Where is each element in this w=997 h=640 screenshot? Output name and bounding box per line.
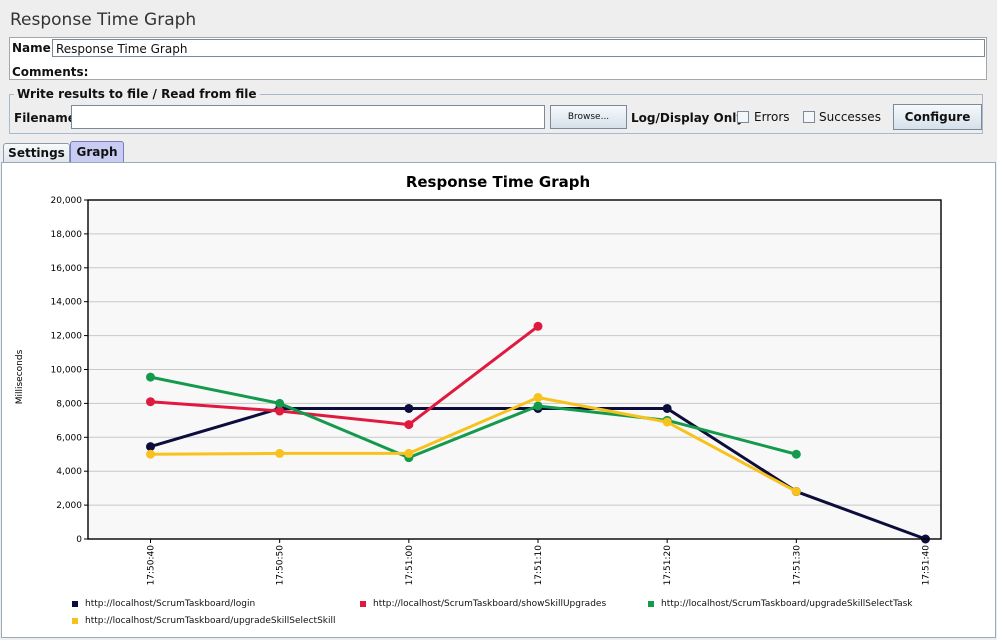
legend-item-upgradeskillselecttask: http://localhost/ScrumTaskboard/upgradeS… [648, 599, 913, 609]
data-point [791, 487, 801, 497]
legend-swatch [360, 601, 366, 607]
y-tick-label: 18,000 [51, 230, 83, 240]
y-tick-label: 8,000 [56, 399, 82, 409]
data-point [146, 372, 155, 382]
y-tick-label: 16,000 [51, 264, 83, 274]
file-fieldset-legend: Write results to file / Read from file [14, 87, 260, 101]
data-point [662, 403, 672, 413]
legend-label: http://localhost/ScrumTaskboard/showSkil… [373, 599, 607, 609]
y-tick-label: 10,000 [51, 366, 83, 376]
configure-button[interactable]: Configure [893, 104, 982, 130]
y-tick-label: 12,000 [51, 332, 83, 342]
name-label: Name: [12, 41, 56, 55]
x-tick-label: 17:51:30 [792, 545, 802, 586]
y-tick-label: 6,000 [56, 433, 82, 443]
comments-label: Comments: [12, 65, 89, 79]
legend-swatch [72, 618, 78, 624]
y-tick-label: 0 [76, 535, 82, 545]
data-point [533, 392, 543, 402]
name-field[interactable]: Response Time Graph [52, 39, 985, 57]
x-tick-label: 17:51:20 [663, 545, 673, 586]
data-point [404, 403, 414, 413]
y-tick-label: 14,000 [51, 298, 83, 308]
data-point [146, 449, 155, 459]
y-tick-label: 20,000 [51, 196, 83, 206]
legend-swatch [72, 601, 78, 607]
legend-item-login: http://localhost/ScrumTaskboard/login [72, 599, 255, 609]
response-time-chart: Response Time Graph Milliseconds 0 2,000 4… [15, 173, 942, 586]
data-point [404, 448, 414, 458]
log-display-label: Log/Display Only: [631, 111, 749, 125]
browse-button[interactable]: Browse... [550, 105, 627, 129]
data-point [533, 321, 543, 331]
x-tick-label: 17:51:40 [922, 545, 932, 586]
data-point [275, 398, 285, 408]
errors-checkbox[interactable] [737, 111, 749, 123]
data-point [662, 417, 672, 427]
chart-title: Response Time Graph [406, 173, 590, 191]
page-title: Response Time Graph [10, 10, 197, 30]
x-tick-label: 17:51:10 [534, 545, 544, 586]
legend-label: http://localhost/ScrumTaskboard/upgradeS… [85, 616, 336, 626]
y-tick-label: 4,000 [56, 467, 82, 477]
errors-label[interactable]: Errors [754, 110, 790, 124]
legend-label: http://localhost/ScrumTaskboard/upgradeS… [661, 599, 913, 609]
successes-label[interactable]: Successes [819, 110, 881, 124]
x-tick-label: 17:50:40 [147, 545, 157, 586]
filename-label: Filename [14, 111, 76, 125]
filename-input[interactable] [71, 105, 545, 129]
legend-item-showskillupgrades: http://localhost/ScrumTaskboard/showSkil… [360, 599, 606, 609]
data-point [791, 449, 801, 459]
data-point [275, 448, 285, 458]
x-tick-label: 17:50:50 [276, 545, 286, 586]
tab-settings[interactable]: Settings [3, 143, 70, 162]
chart-panel: Response Time Graph Milliseconds 0 2,000 4… [1, 162, 996, 638]
legend-item-upgradeskillselectskill: http://localhost/ScrumTaskboard/upgradeS… [72, 616, 336, 626]
data-point [533, 401, 543, 411]
chart-y-axis-label: Milliseconds [15, 349, 25, 404]
successes-checkbox[interactable] [803, 111, 815, 123]
tab-graph[interactable]: Graph [70, 141, 124, 163]
y-tick-label: 2,000 [56, 501, 82, 511]
legend-label: http://localhost/ScrumTaskboard/login [85, 599, 256, 609]
data-point [404, 420, 414, 430]
comments-field[interactable] [80, 61, 985, 79]
legend-swatch [648, 601, 654, 607]
x-tick-label: 17:51:00 [405, 545, 415, 586]
data-point [146, 397, 155, 407]
